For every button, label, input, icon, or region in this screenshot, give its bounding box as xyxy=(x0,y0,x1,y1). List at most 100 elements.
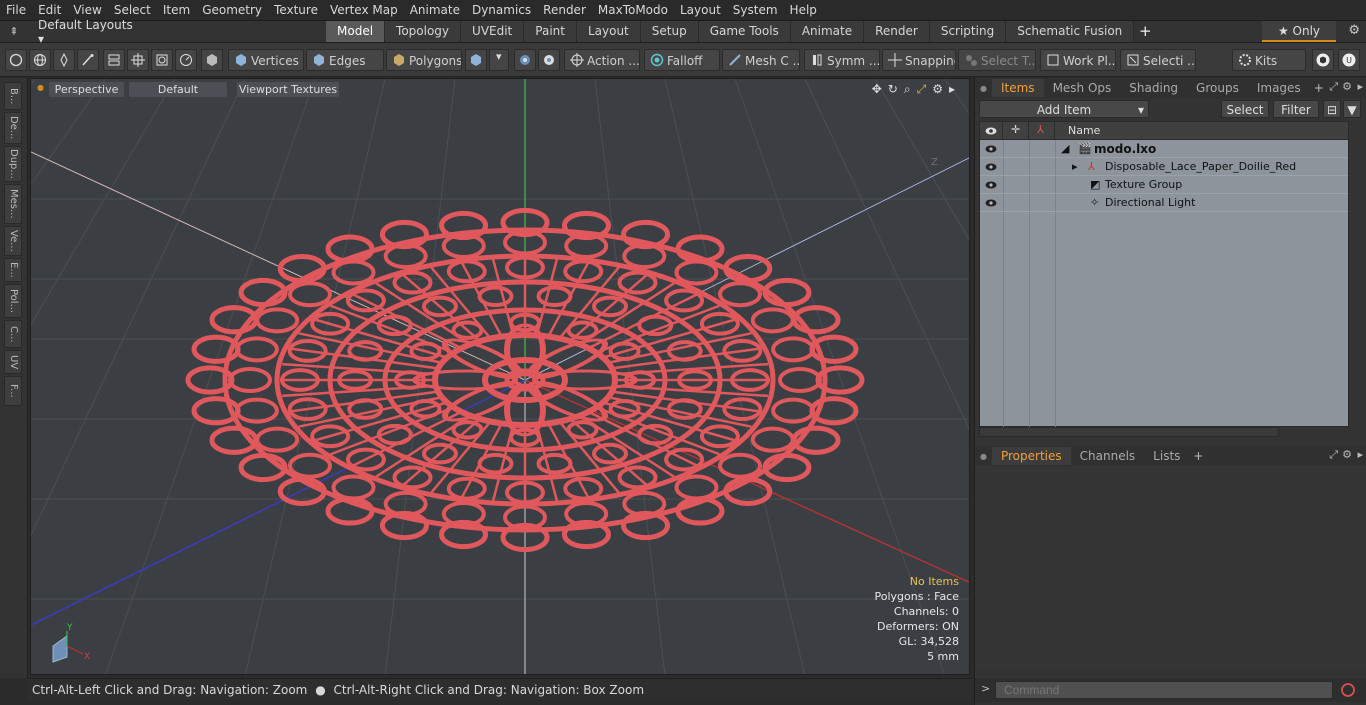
item-row-directional-light[interactable]: ✧ Directional Light xyxy=(980,194,1348,212)
shield-gear-icon[interactable] xyxy=(538,49,560,71)
panel-gear-icon[interactable]: ⚙ xyxy=(1342,80,1352,93)
left-tab-edge[interactable]: E... xyxy=(4,258,22,282)
falloff-button[interactable]: Falloff xyxy=(644,49,720,71)
snapping-button[interactable]: Snapping xyxy=(882,49,956,71)
zoom-search-icon[interactable]: ⌕ xyxy=(904,82,911,97)
menu-render[interactable]: Render xyxy=(537,0,592,21)
menu-animate[interactable]: Animate xyxy=(404,0,466,21)
visibility-col-eye-icon[interactable] xyxy=(980,122,1003,140)
visibility-eye-icon[interactable] xyxy=(985,161,997,173)
select-circle-icon[interactable] xyxy=(5,49,27,71)
tab-animate[interactable]: Animate xyxy=(790,21,865,42)
props-dot-icon[interactable]: ● xyxy=(975,452,992,461)
menu-maxtomodo[interactable]: MaxToModo xyxy=(592,0,674,21)
tab-images[interactable]: Images xyxy=(1248,79,1310,97)
element-icon[interactable] xyxy=(151,49,173,71)
menu-texture[interactable]: Texture xyxy=(268,0,324,21)
tab-layout[interactable]: Layout xyxy=(576,21,641,42)
item-list-scrollbar[interactable] xyxy=(979,427,1279,437)
left-tab-basic[interactable]: B... xyxy=(4,82,22,110)
perspective-button[interactable]: Perspective xyxy=(49,82,124,97)
tab-scripting[interactable]: Scripting xyxy=(929,21,1007,42)
tab-setup[interactable]: Setup xyxy=(640,21,699,42)
align-icon[interactable] xyxy=(103,49,125,71)
modo-cube-icon[interactable] xyxy=(1312,49,1334,71)
tab-game-tools[interactable]: Game Tools xyxy=(698,21,791,42)
menu-vertex-map[interactable]: Vertex Map xyxy=(324,0,404,21)
collapse-icon[interactable]: ⊟ xyxy=(1323,100,1341,118)
pen-icon[interactable] xyxy=(53,49,75,71)
action-center-button[interactable]: Action ... xyxy=(564,49,640,71)
brush-icon[interactable] xyxy=(77,49,99,71)
viewport-menu-arrow-icon[interactable]: ▸ xyxy=(949,82,955,97)
menu-dynamics[interactable]: Dynamics xyxy=(466,0,537,21)
shading-dropdown-chevron-icon[interactable]: ▾ xyxy=(489,49,509,71)
tab-groups[interactable]: Groups xyxy=(1187,79,1248,97)
left-tab-uv[interactable]: UV xyxy=(4,350,22,374)
add-item-button[interactable]: Add Item ▾ xyxy=(979,100,1149,118)
maximize-icon[interactable]: ⤢ xyxy=(917,82,927,97)
globe-icon[interactable] xyxy=(29,49,51,71)
tab-lists[interactable]: Lists xyxy=(1144,447,1189,465)
add-panel-tab-icon[interactable]: + xyxy=(1310,79,1328,97)
lock-col-icon[interactable]: ✛ xyxy=(1003,122,1029,140)
type-col-icon[interactable]: ⅄ xyxy=(1029,122,1055,140)
tab-items[interactable]: Items xyxy=(991,79,1044,97)
left-tab-deform[interactable]: De... xyxy=(4,112,22,144)
pan-move-icon[interactable]: ✥ xyxy=(872,82,882,97)
viewport-textures-button[interactable]: Viewport Textures xyxy=(237,82,339,97)
tab-topology[interactable]: Topology xyxy=(385,21,462,42)
timer-icon[interactable] xyxy=(175,49,197,71)
name-column-header[interactable]: Name xyxy=(1068,124,1100,137)
menu-layout[interactable]: Layout xyxy=(674,0,727,21)
item-mode-icon[interactable] xyxy=(201,49,223,71)
rotate-icon[interactable]: ↻ xyxy=(888,82,898,97)
tab-paint[interactable]: Paint xyxy=(524,21,577,42)
left-tab-fusion[interactable]: F... xyxy=(4,376,22,406)
transform-icon[interactable] xyxy=(127,49,149,71)
item-row-mesh[interactable]: ▸ ⅄ Disposable_Lace_Paper_Doilie_Red xyxy=(980,158,1348,176)
tab-render[interactable]: Render xyxy=(864,21,930,42)
only-toggle[interactable]: ★ Only xyxy=(1262,21,1336,42)
tab-channels[interactable]: Channels xyxy=(1071,447,1145,465)
menu-system[interactable]: System xyxy=(727,0,784,21)
props-arrow-icon[interactable]: ▸ xyxy=(1357,448,1363,461)
default-shading-button[interactable]: Default xyxy=(129,82,227,97)
item-row-texture-group[interactable]: ◩ Texture Group xyxy=(980,176,1348,194)
panel-arrow-icon[interactable]: ▸ xyxy=(1357,80,1363,93)
collapsed-arrow-icon[interactable]: ▸ xyxy=(1072,158,1078,176)
shading-cube-icon[interactable] xyxy=(465,49,487,71)
visibility-eye-icon[interactable] xyxy=(985,197,997,209)
work-plane-button[interactable]: Work Pl... xyxy=(1040,49,1116,71)
layout-arrow-icon[interactable]: ⇞ xyxy=(0,21,28,43)
edges-button[interactable]: Edges xyxy=(306,49,384,71)
mesh-constraint-button[interactable]: Mesh C ... xyxy=(722,49,800,71)
funnel-icon[interactable]: ▼ xyxy=(1343,100,1361,118)
vertices-button[interactable]: Vertices xyxy=(228,49,304,71)
visibility-eye-icon[interactable] xyxy=(985,179,997,191)
menu-geometry[interactable]: Geometry xyxy=(196,0,268,21)
3d-viewport[interactable]: Y X Z ● Perspective Default Viewport Tex… xyxy=(30,78,970,675)
selection-sets-button[interactable]: Selecti ... xyxy=(1120,49,1196,71)
left-tab-duplicate[interactable]: Dup... xyxy=(4,146,22,182)
kits-button[interactable]: Kits xyxy=(1232,49,1306,71)
polygons-button[interactable]: Polygons xyxy=(386,49,462,71)
select-through-button[interactable]: Select T... xyxy=(958,49,1036,71)
visibility-eye-icon[interactable] xyxy=(985,143,997,155)
tab-mesh-ops[interactable]: Mesh Ops xyxy=(1044,79,1121,97)
add-tab-plus-icon[interactable]: + xyxy=(1134,21,1156,43)
panel-expand-icon[interactable]: ⤢ xyxy=(1329,80,1338,94)
command-input[interactable] xyxy=(995,681,1333,699)
left-tab-mesh-edit[interactable]: Mes... xyxy=(4,184,22,224)
filter-button[interactable]: Filter xyxy=(1273,100,1319,118)
tab-schematic-fusion[interactable]: Schematic Fusion xyxy=(1006,21,1135,42)
viewport-gear-icon[interactable]: ⚙ xyxy=(932,82,943,97)
expand-arrow-icon[interactable]: ◢ xyxy=(1061,140,1069,158)
tab-shading[interactable]: Shading xyxy=(1120,79,1187,97)
left-tab-vertex[interactable]: Ve... xyxy=(4,226,22,256)
tab-model[interactable]: Model xyxy=(326,21,386,42)
record-icon[interactable] xyxy=(1340,682,1356,698)
tab-uvedit[interactable]: UVEdit xyxy=(461,21,525,42)
select-button[interactable]: Select xyxy=(1221,100,1269,118)
default-layouts-dropdown[interactable]: Default Layouts ▾ xyxy=(28,18,138,46)
